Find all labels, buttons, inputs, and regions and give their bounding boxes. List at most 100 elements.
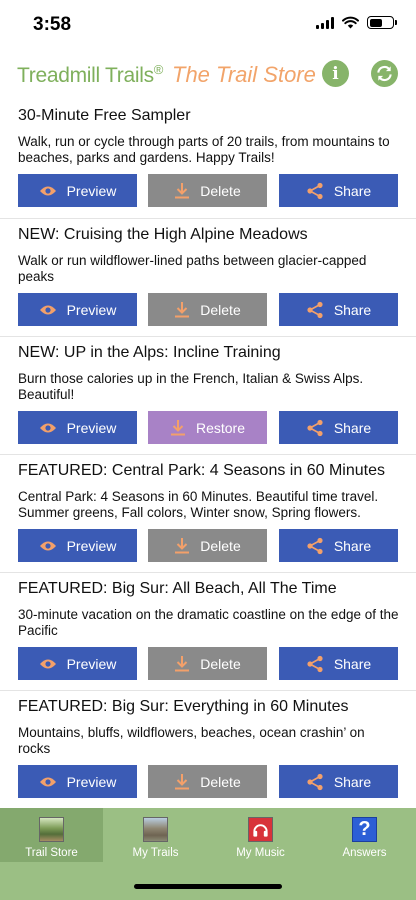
share-button[interactable]: Share xyxy=(279,647,398,680)
brand-name: Treadmill Trails xyxy=(17,64,154,87)
delete-button[interactable]: Delete xyxy=(148,765,267,798)
delete-button[interactable]: Delete xyxy=(148,293,267,326)
status-time: 3:58 xyxy=(33,14,72,35)
delete-label: Delete xyxy=(200,773,241,790)
preview-button[interactable]: Preview xyxy=(18,529,137,562)
trail-actions: Preview Delete Share xyxy=(18,765,398,798)
tab-trail-store[interactable]: Trail Store xyxy=(0,808,103,862)
download-icon xyxy=(174,182,190,199)
trail-description: Mountains, bluffs, wildflowers, beaches,… xyxy=(18,725,365,756)
preview-label: Preview xyxy=(66,537,117,554)
trail-item: 30-Minute Free Sampler Walk, run or cycle… xyxy=(0,100,416,218)
trail-item: FEATURED: Big Sur: Everything in 60 Minu… xyxy=(0,690,416,808)
download-icon xyxy=(174,537,190,554)
eye-icon xyxy=(39,658,57,670)
tab-label: Answers xyxy=(342,847,387,859)
trail-title: FEATURED: Central Park: 4 Seasons in 60 … xyxy=(18,462,385,479)
eye-icon xyxy=(39,185,57,197)
trail-actions: Preview Restore Share xyxy=(18,411,398,444)
trail-item: NEW: Cruising the High Alpine Meadows Wal… xyxy=(0,218,416,336)
trail-description: Central Park: 4 Seasons in 60 Minutes. B… xyxy=(18,489,379,520)
delete-button[interactable]: Delete xyxy=(148,529,267,562)
trail-actions: Preview Delete Share xyxy=(18,647,398,680)
share-label: Share xyxy=(333,655,372,672)
status-icons xyxy=(316,16,397,29)
wifi-icon xyxy=(342,16,359,29)
delete-button[interactable]: Delete xyxy=(148,647,267,680)
preview-button[interactable]: Preview xyxy=(18,174,137,207)
eye-icon xyxy=(39,304,57,316)
trail-description: Burn those calories up in the French, It… xyxy=(18,371,364,402)
sync-button[interactable] xyxy=(371,60,398,87)
headphones-icon xyxy=(248,817,273,842)
trail-actions: Preview Delete Share xyxy=(18,529,398,562)
preview-button[interactable]: Preview xyxy=(18,765,137,798)
home-indicator xyxy=(134,884,282,889)
trail-actions: Preview Delete Share xyxy=(18,174,398,207)
share-label: Share xyxy=(333,419,372,436)
share-button[interactable]: Share xyxy=(279,765,398,798)
tab-my-trails[interactable]: My Trails xyxy=(104,808,207,862)
store-title: The Trail Store xyxy=(172,62,316,87)
preview-label: Preview xyxy=(66,419,117,436)
trail-actions: Preview Delete Share xyxy=(18,293,398,326)
share-label: Share xyxy=(333,182,372,199)
question-icon: ? xyxy=(352,817,377,842)
download-icon xyxy=(174,301,190,318)
cellular-signal-icon xyxy=(316,16,334,29)
app-header: Treadmill Trails® The Trail Store i xyxy=(0,52,416,98)
info-icon: i xyxy=(332,63,339,84)
trail-item: FEATURED: Central Park: 4 Seasons in 60 … xyxy=(0,454,416,572)
tab-my-music[interactable]: My Music xyxy=(209,808,312,862)
eye-icon xyxy=(39,776,57,788)
eye-icon xyxy=(39,422,57,434)
download-icon xyxy=(170,419,186,436)
trail-description: Walk or run wildflower-lined paths betwe… xyxy=(18,253,367,284)
tab-label: My Music xyxy=(236,847,285,859)
trail-store-icon xyxy=(39,817,64,842)
delete-label: Delete xyxy=(200,301,241,318)
share-button[interactable]: Share xyxy=(279,174,398,207)
share-icon xyxy=(306,773,324,791)
download-icon xyxy=(174,773,190,790)
share-icon xyxy=(306,301,324,319)
delete-button[interactable]: Delete xyxy=(148,174,267,207)
share-icon xyxy=(306,182,324,200)
preview-button[interactable]: Preview xyxy=(18,647,137,680)
eye-icon xyxy=(39,540,57,552)
preview-label: Preview xyxy=(66,301,117,318)
trail-title: NEW: Cruising the High Alpine Meadows xyxy=(18,226,308,243)
restore-button[interactable]: Restore xyxy=(148,411,267,444)
tab-label: Trail Store xyxy=(25,847,78,859)
delete-label: Delete xyxy=(200,182,241,199)
share-label: Share xyxy=(333,301,372,318)
info-button[interactable]: i xyxy=(322,60,349,87)
delete-label: Delete xyxy=(200,537,241,554)
registered-mark: ® xyxy=(153,62,164,77)
my-trails-icon xyxy=(143,817,168,842)
preview-label: Preview xyxy=(66,182,117,199)
tab-answers[interactable]: ? Answers xyxy=(313,808,416,862)
trail-title: 30-Minute Free Sampler xyxy=(18,107,191,124)
trail-item: NEW: UP in the Alps: Incline Training Bur… xyxy=(0,336,416,454)
delete-label: Delete xyxy=(200,655,241,672)
preview-button[interactable]: Preview xyxy=(18,411,137,444)
app-brand: Treadmill Trails® xyxy=(17,62,163,88)
share-label: Share xyxy=(333,537,372,554)
share-button[interactable]: Share xyxy=(279,529,398,562)
status-bar: 3:58 xyxy=(0,0,416,50)
trail-item: FEATURED: Big Sur: All Beach, All The Ti… xyxy=(0,572,416,690)
battery-icon xyxy=(367,16,397,29)
share-button[interactable]: Share xyxy=(279,411,398,444)
trail-title: NEW: UP in the Alps: Incline Training xyxy=(18,344,281,361)
trail-description: Walk, run or cycle through parts of 20 t… xyxy=(18,134,390,165)
preview-button[interactable]: Preview xyxy=(18,293,137,326)
trail-description: 30-minute vacation on the dramatic coast… xyxy=(18,607,399,638)
tab-bar: Trail Store My Trails My Music ? Answers xyxy=(0,808,416,900)
share-button[interactable]: Share xyxy=(279,293,398,326)
question-glyph: ? xyxy=(358,818,371,840)
trail-list: 30-Minute Free Sampler Walk, run or cycle… xyxy=(0,100,416,808)
tab-label: My Trails xyxy=(132,847,179,859)
download-icon xyxy=(174,655,190,672)
preview-label: Preview xyxy=(66,655,117,672)
